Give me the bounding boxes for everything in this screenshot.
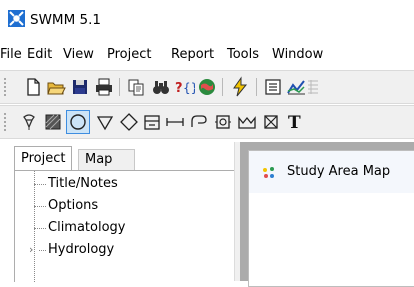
copy-icon[interactable] [125,76,147,98]
tree-item-label: Title/Notes [48,176,118,191]
svg-text:{}: {} [183,81,195,95]
print-icon[interactable] [93,76,115,98]
map-window-icon [263,167,274,178]
rain-gage-icon[interactable] [18,111,40,133]
junction-icon[interactable] [66,110,90,134]
tree-connector [34,206,46,207]
map-legend-icon[interactable] [196,76,218,98]
tree-connector [34,228,46,229]
study-area-map-window[interactable]: Study Area Map [248,150,414,287]
menu-window[interactable]: Window [272,47,323,62]
pump-icon[interactable] [188,111,210,133]
new-file-icon[interactable] [22,76,44,98]
conduit-icon[interactable] [164,111,186,133]
tree-item-label: Climatology [48,220,126,235]
table-icon[interactable] [306,76,328,98]
orifice-icon[interactable] [212,111,234,133]
map-window-titlebar[interactable]: Study Area Map [249,151,414,193]
open-folder-icon[interactable] [45,76,67,98]
menu-bar: File Edit View Project Report Tools Wind… [0,43,414,65]
tree-item-hydrology[interactable]: › Hydrology [15,239,215,261]
subcatchment-icon[interactable] [42,111,64,133]
svg-text:?: ? [175,81,183,96]
tree-item-climatology[interactable]: Climatology [15,217,215,239]
swmm-app-icon [8,10,25,27]
toolbar-separator [222,78,223,96]
menu-report[interactable]: Report [171,47,214,62]
tree-connector [39,250,46,251]
label-icon[interactable]: T [284,111,306,133]
chevron-right-icon[interactable]: › [29,244,33,255]
menu-project[interactable]: Project [107,47,151,62]
menu-view[interactable]: View [63,47,94,62]
project-tree: Title/Notes Options Climatology › Hydrol… [14,170,235,282]
find-icon[interactable] [150,76,172,98]
outlet-icon[interactable] [260,111,282,133]
toolbar-grip[interactable] [3,77,7,97]
divider-icon[interactable] [118,111,140,133]
standard-toolbar: ?{} [0,70,414,104]
browser-panel: Project Map Title/Notes Options Climatol… [0,142,235,282]
weir-icon[interactable] [236,111,258,133]
save-icon[interactable] [69,76,91,98]
tab-map[interactable]: Map [78,149,135,170]
tree-item-label: Options [48,198,99,213]
tree-connector [34,184,46,185]
tree-item-options[interactable]: Options [15,195,215,217]
tree-item-label: Hydrology [48,242,115,257]
outfall-icon[interactable] [94,111,116,133]
object-toolbar: T [0,105,414,139]
window-title: SWMM 5.1 [30,12,101,28]
menu-file[interactable]: File [0,47,22,62]
title-bar: SWMM 5.1 [0,0,414,40]
toolbar-grip[interactable] [3,112,7,132]
run-icon[interactable] [229,76,251,98]
storage-icon[interactable] [141,111,163,133]
report-icon[interactable] [262,76,284,98]
menu-edit[interactable]: Edit [27,47,52,62]
map-canvas[interactable] [249,193,414,286]
graph-icon[interactable] [285,76,307,98]
menu-tools[interactable]: Tools [227,47,259,62]
tab-project[interactable]: Project [14,146,73,170]
toolbar-separator [119,78,120,96]
map-window-title: Study Area Map [287,164,391,179]
query-icon[interactable]: ?{} [173,76,195,98]
label-glyph: T [288,113,301,133]
toolbar-separator [256,78,257,96]
tree-item-title-notes[interactable]: Title/Notes [15,173,215,195]
